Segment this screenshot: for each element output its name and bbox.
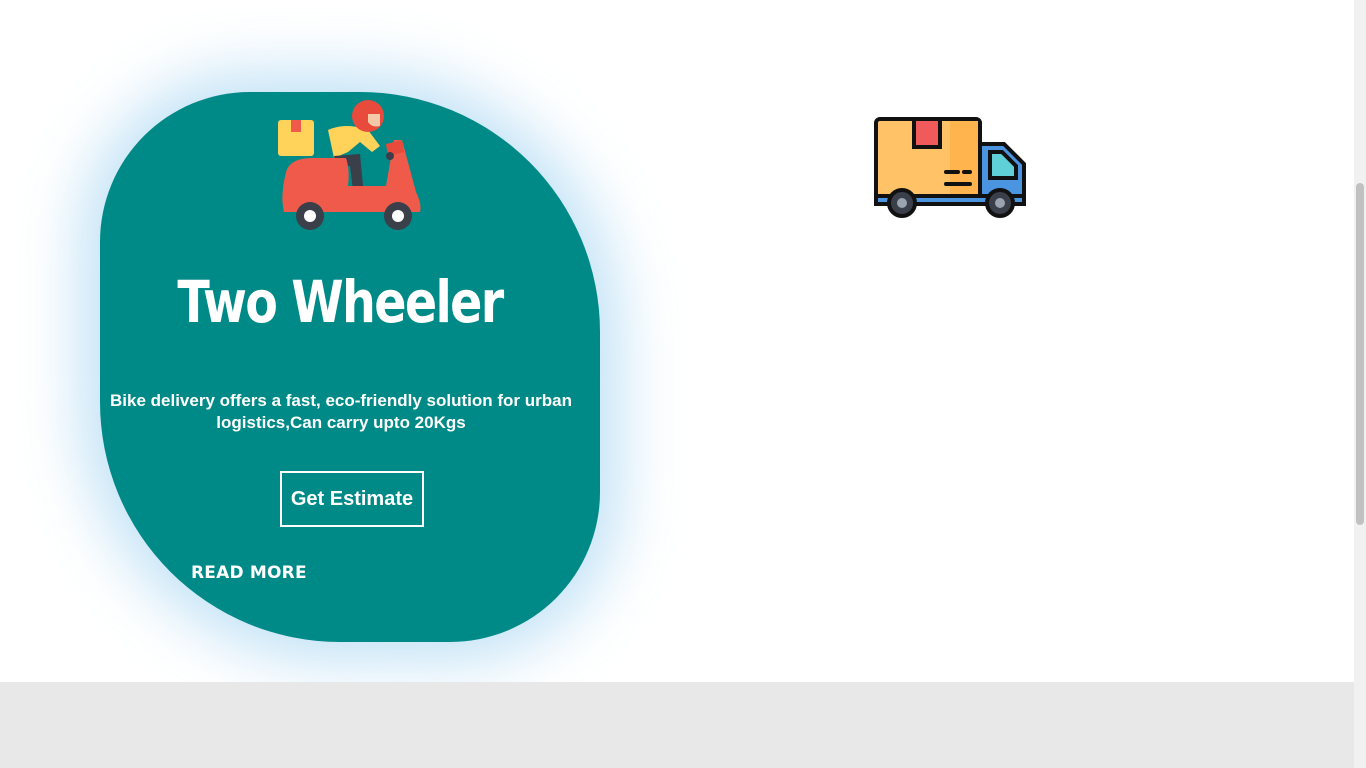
- get-estimate-button[interactable]: Get Estimate: [280, 471, 424, 527]
- card-description: Bike delivery offers a fast, eco-friendl…: [110, 391, 572, 432]
- footer-band: [0, 682, 1354, 768]
- page-scrollbar[interactable]: [1354, 0, 1366, 768]
- two-wheeler-card: Two Wheeler Bike delivery offers a fast,…: [100, 92, 600, 642]
- card-title: Two Wheeler: [177, 268, 504, 336]
- page: Two Wheeler Bike delivery offers a fast,…: [0, 0, 1354, 768]
- scrollbar-thumb[interactable]: [1356, 183, 1364, 525]
- read-more-link[interactable]: READ MORE: [191, 563, 307, 583]
- scooter-delivery-icon: [278, 100, 421, 230]
- delivery-truck-icon: [874, 117, 1026, 218]
